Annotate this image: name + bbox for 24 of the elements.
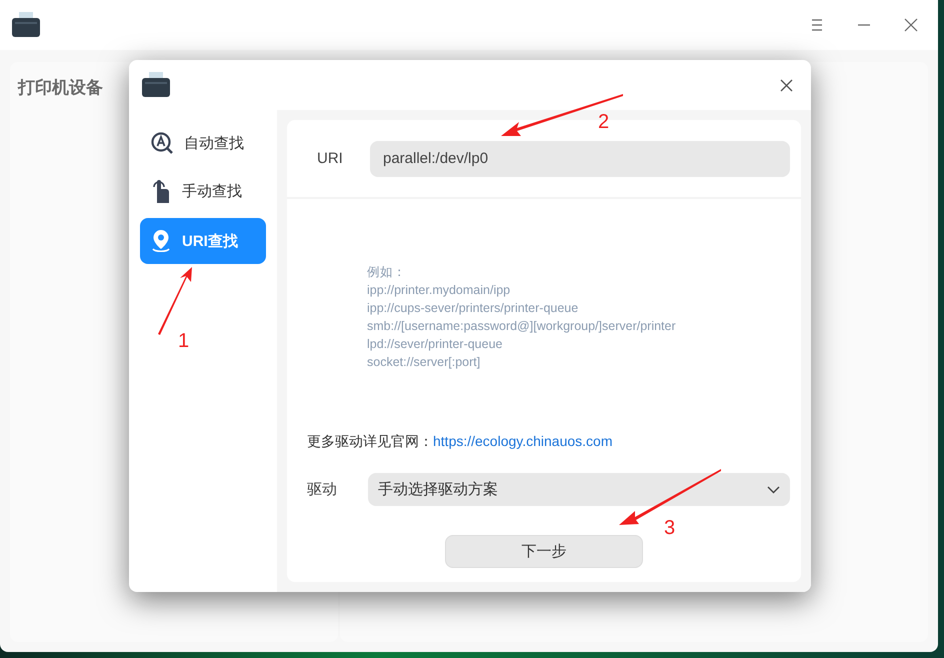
location-pin-icon (150, 229, 172, 253)
minimize-icon[interactable] (857, 24, 871, 26)
nav-item[interactable]: 手动查找 (140, 170, 266, 212)
next-button[interactable]: 下一步 (445, 535, 643, 568)
menu-icon[interactable] (810, 19, 824, 31)
driver-label: 驱动 (307, 480, 338, 499)
uri-examples: 例如： ipp://printer.mydomain/ipp ipp://cups-sever/printers/printer-queue smb://[username:password@][workgroup/]server/printer lpd://sever/printer-queue socket://server[:port] (367, 264, 677, 371)
more-drivers-text: 更多驱动详见官网： (307, 433, 433, 449)
printer-icon (11, 12, 41, 38)
chevron-down-icon (767, 486, 780, 494)
sidebar-title: 打印机设备 (18, 78, 103, 97)
printer-icon (141, 72, 171, 98)
uri-input-field[interactable]: parallel:/dev/lp0 (370, 140, 790, 176)
search-icon (150, 131, 174, 155)
annotation-number: 2 (598, 111, 610, 134)
driver-dropdown[interactable]: 手动选择驱动方案 (368, 473, 790, 506)
annotation-number: 1 (178, 330, 190, 353)
nav-item[interactable]: 自动查找 (140, 122, 266, 164)
close-icon[interactable] (780, 78, 793, 92)
close-icon[interactable] (904, 18, 918, 32)
annotation-number: 3 (664, 517, 676, 540)
hand-pointer-icon (150, 179, 172, 203)
uri-label: URI (317, 150, 344, 167)
website-link[interactable]: https://ecology.chinauos.com (433, 433, 613, 449)
